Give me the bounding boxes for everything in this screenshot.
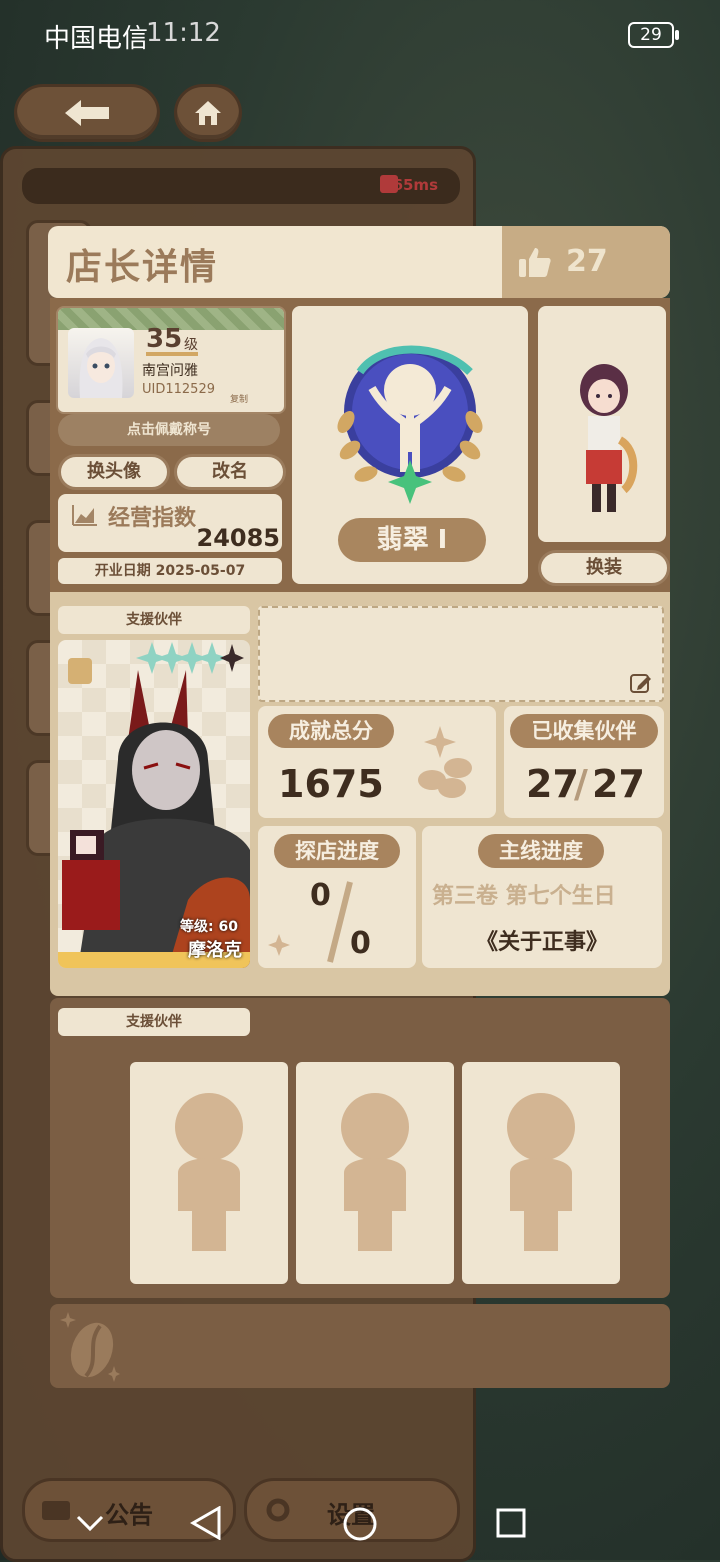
wear-title-button[interactable]: 点击佩戴称号 bbox=[58, 414, 280, 446]
coffee-bean-icon bbox=[60, 1312, 120, 1382]
nav-recents-icon[interactable] bbox=[496, 1508, 526, 1538]
support-slot-1[interactable] bbox=[130, 1062, 288, 1284]
change-avatar-button[interactable]: 换头像 bbox=[58, 454, 170, 490]
support-partner-label-2: 支援伙伴 bbox=[58, 1008, 250, 1036]
achievement-label: 成就总分 bbox=[268, 714, 394, 748]
coffee-bar bbox=[50, 1304, 670, 1388]
open-date: 开业日期 2025-05-07 bbox=[58, 558, 282, 584]
change-outfit-button[interactable]: 换装 bbox=[538, 550, 670, 586]
collected-label: 已收集伙伴 bbox=[510, 714, 658, 748]
achievement-value: 1675 bbox=[278, 762, 384, 806]
sparkle-icon bbox=[268, 934, 290, 956]
rename-button[interactable]: 改名 bbox=[174, 454, 286, 490]
explore-total: 0 bbox=[350, 926, 371, 961]
business-label: 经营指数 bbox=[108, 506, 197, 531]
main-story-title: 《关于正事》 bbox=[476, 930, 609, 955]
like-count: 27 bbox=[566, 244, 608, 279]
level-bar bbox=[146, 352, 198, 356]
partner-name: 摩洛克 bbox=[188, 940, 242, 961]
profile-card: 35 级 南宫问雅 UID112529 复制 bbox=[56, 306, 286, 414]
empty-slot-icon bbox=[175, 1093, 243, 1251]
copy-uid-button[interactable]: 复制 bbox=[230, 392, 248, 405]
nav-home-icon[interactable] bbox=[342, 1506, 378, 1542]
like-button[interactable]: 27 bbox=[502, 226, 670, 298]
battery-icon: 29 bbox=[628, 22, 679, 48]
rank-badge-panel: 翡翠 I bbox=[292, 306, 528, 584]
carrier: 中国电信 bbox=[44, 24, 149, 54]
system-navigation-bar bbox=[0, 1490, 720, 1560]
collected-value: 27 bbox=[526, 762, 579, 806]
page-title: 店长详情 bbox=[66, 247, 219, 288]
character-sprite-panel bbox=[538, 306, 666, 542]
back-arrow-icon bbox=[65, 100, 109, 126]
ping-value: 65ms bbox=[392, 176, 438, 194]
coffee-beans-icon bbox=[418, 726, 472, 798]
explore-progress: 探店进度 0 0 bbox=[258, 826, 416, 968]
rank-emblem-icon bbox=[337, 345, 483, 504]
main-story-label: 主线进度 bbox=[478, 834, 604, 868]
main-story-chapter: 第三卷 第七个生日 bbox=[432, 884, 616, 909]
home-icon bbox=[195, 101, 221, 125]
player-name: 南宫问雅 bbox=[142, 363, 198, 379]
status-bar: 中国电信 11:12 29 bbox=[0, 0, 720, 70]
edit-icon[interactable] bbox=[630, 672, 652, 694]
explore-label: 探店进度 bbox=[274, 834, 400, 868]
empty-slot-icon bbox=[341, 1093, 409, 1251]
home-button[interactable] bbox=[174, 84, 242, 142]
character-sprite bbox=[580, 364, 638, 512]
support-slot-3[interactable] bbox=[462, 1062, 620, 1284]
achievement-score: 成就总分 1675 bbox=[258, 706, 496, 818]
signature-box[interactable] bbox=[258, 606, 664, 702]
avatar[interactable] bbox=[68, 328, 134, 398]
network-status: 65ms bbox=[22, 168, 460, 204]
nav-back-icon[interactable] bbox=[190, 1506, 222, 1540]
collected-partners: 已收集伙伴 27 / 27 bbox=[504, 706, 664, 818]
business-index: 经营指数 24085 bbox=[58, 494, 282, 552]
empty-slot-icon bbox=[507, 1093, 575, 1251]
partner-level: 等级: 60 bbox=[180, 919, 238, 935]
business-value: 24085 bbox=[196, 524, 281, 552]
support-slot-2[interactable] bbox=[296, 1062, 454, 1284]
player-uid: UID112529 bbox=[142, 382, 215, 397]
chart-icon bbox=[72, 505, 97, 526]
thumbs-up-icon bbox=[519, 248, 551, 277]
rank-label: 翡翠 I bbox=[338, 518, 486, 562]
support-partner-label: 支援伙伴 bbox=[58, 606, 250, 634]
chevron-down-icon[interactable] bbox=[76, 1514, 104, 1532]
level-unit: 级 bbox=[184, 337, 198, 353]
player-level: 35 bbox=[146, 324, 183, 354]
back-button[interactable] bbox=[14, 84, 160, 142]
main-story-progress: 主线进度 第三卷 第七个生日 《关于正事》 bbox=[422, 826, 662, 968]
collected-separator: / bbox=[574, 762, 588, 806]
collected-total: 27 bbox=[592, 762, 645, 806]
clock: 11:12 bbox=[146, 18, 221, 48]
support-partner-card[interactable]: 等级: 60 摩洛克 bbox=[58, 640, 250, 968]
